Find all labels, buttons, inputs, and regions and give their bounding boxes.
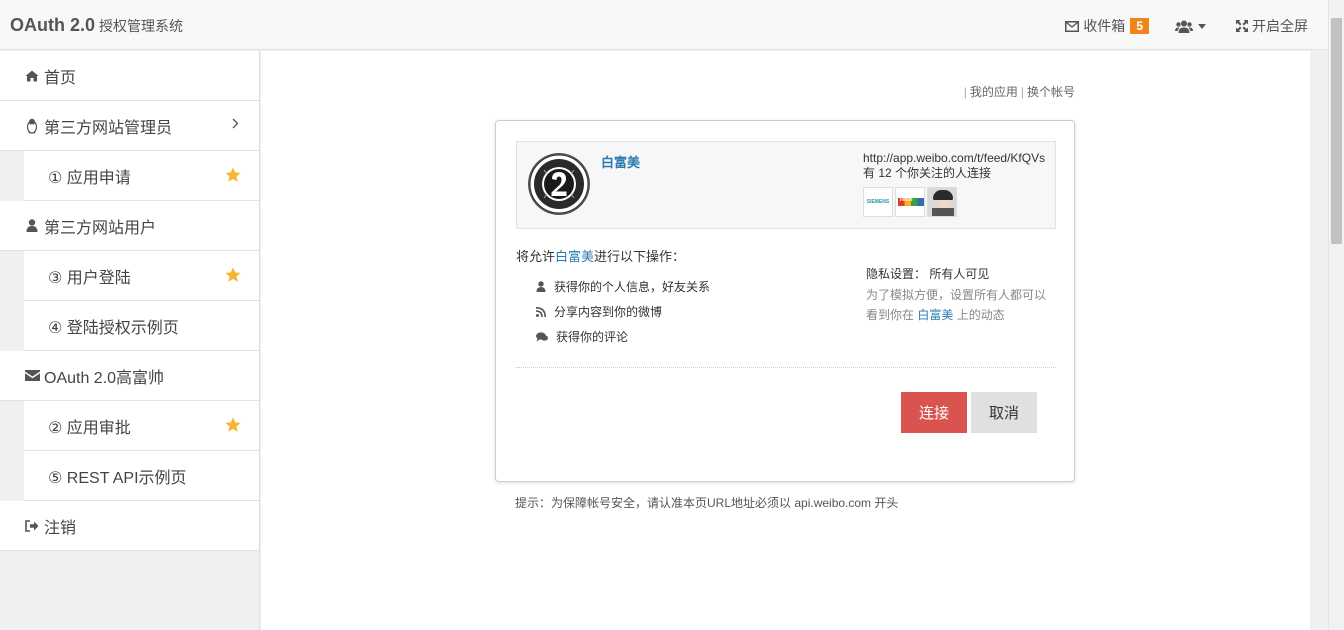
comments-icon [536, 331, 548, 341]
oauth2-logo [528, 153, 590, 215]
follower-avatars: SIEMENS Tech [863, 187, 959, 217]
security-tip: 提示：为保障帐号安全，请认准本页URL地址必须以 api.weibo.com 开… [515, 496, 899, 510]
fullscreen-toggle[interactable]: 开启全屏 [1236, 16, 1308, 36]
link-separator: | [1020, 85, 1024, 99]
privacy-app-name: 白富美 [917, 308, 954, 322]
chevron-right-icon [232, 118, 239, 129]
sidebar-group-site-user[interactable]: 第三方网站用户 [0, 201, 259, 251]
privacy-label: 隐私设置： [866, 267, 927, 281]
sidebar-group-site-admin[interactable]: 第三方网站管理员 [0, 101, 259, 151]
sidebar-item-app-approve[interactable]: ② 应用审批 [24, 401, 259, 451]
permission-list: 获得你的个人信息，好友关系 分享内容到你的微博 获得你的评论 [536, 274, 710, 349]
connect-button[interactable]: 连接 [901, 392, 967, 433]
penguin-icon [24, 118, 40, 134]
inbox-label: 收件箱 [1083, 18, 1126, 34]
app-name-link[interactable]: 白富美 [601, 152, 640, 171]
sidebar-item-label: ⑤ REST API示例页 [48, 469, 187, 487]
privacy-desc-text: 上的动态 [956, 308, 1005, 322]
avatar[interactable] [927, 187, 957, 217]
main-content: | 我的应用 | 换个帐号 白富美 http://app.weibo.com/t/fe… [261, 51, 1310, 630]
caret-down-icon [1198, 23, 1206, 29]
my-apps-link[interactable]: 我的应用 [970, 85, 1018, 99]
avatar[interactable]: SIEMENS [863, 187, 893, 217]
sidebar: 首页 第三方网站管理员 ① 应用申请 第三方网站用户 ③ 用户登陆 ④ 登陆授权… [0, 51, 260, 630]
divider [516, 367, 1056, 368]
star-icon [225, 417, 241, 432]
switch-account-link[interactable]: 换个帐号 [1027, 85, 1075, 99]
rss-icon [536, 306, 546, 317]
fullscreen-label: 开启全屏 [1252, 18, 1308, 34]
sidebar-item-label: ① 应用申请 [48, 169, 131, 187]
sidebar-item-app-apply[interactable]: ① 应用申请 [24, 151, 259, 201]
permission-label: 获得你的评论 [556, 330, 629, 344]
avatar-label: SIEMENS [866, 199, 890, 205]
brand-subtitle: 授权管理系统 [99, 18, 184, 34]
privacy-value[interactable]: 所有人可见 [929, 267, 989, 281]
sidebar-item-label: 第三方网站用户 [44, 219, 157, 237]
sidebar-item-label: 首页 [44, 69, 77, 87]
sidebar-item-home[interactable]: 首页 [0, 51, 259, 101]
perm-prefix: 将允许 [516, 249, 556, 264]
inbox-link[interactable]: 收件箱 5 [1065, 16, 1149, 36]
user-info-icon [536, 281, 546, 292]
envelope-icon [1065, 20, 1080, 32]
follow-count-text: 有 12 个你关注的人连接 [863, 166, 992, 180]
brand-title: OAuth 2.0 [10, 15, 96, 35]
permission-title: 将允许白富美进行以下操作： [516, 246, 685, 265]
account-links: | 我的应用 | 换个帐号 [957, 83, 1075, 100]
avatar[interactable]: Tech [895, 187, 925, 217]
sidebar-item-login-auth-demo[interactable]: ④ 登陆授权示例页 [24, 301, 259, 351]
sidebar-item-label: ③ 用户登陆 [48, 269, 131, 287]
app-url: http://app.weibo.com/t/feed/KfQVs [863, 151, 1046, 165]
sign-out-icon [24, 519, 40, 532]
top-navbar: OAuth 2.0 授权管理系统 收件箱 5 开启全屏 [0, 0, 1328, 50]
navbar-right: 收件箱 5 开启全屏 [1039, 16, 1308, 36]
privacy-description: 为了模拟方便，设置所有人都可以看到你在 白富美 上的动态 [866, 285, 1056, 325]
link-separator: | [963, 85, 967, 99]
oauth-authorize-panel: 白富美 http://app.weibo.com/t/feed/KfQVs 有 … [495, 120, 1075, 482]
permission-label: 获得你的个人信息，好友关系 [554, 280, 711, 294]
sidebar-item-label: ② 应用审批 [48, 419, 131, 437]
inbox-count-badge: 5 [1130, 18, 1149, 34]
home-icon [24, 70, 40, 82]
permission-item: 获得你的评论 [536, 324, 710, 349]
sidebar-item-label: ④ 登陆授权示例页 [48, 319, 179, 337]
star-icon [225, 267, 241, 282]
vertical-scrollbar[interactable] [1328, 0, 1344, 630]
sidebar-item-label: 注销 [44, 519, 77, 537]
user-menu-dropdown[interactable] [1175, 20, 1210, 33]
sidebar-item-logout[interactable]: 注销 [0, 501, 259, 551]
star-icon [225, 167, 241, 182]
sidebar-item-label: OAuth 2.0高富帅 [44, 369, 165, 387]
sidebar-item-rest-api-demo[interactable]: ⑤ REST API示例页 [24, 451, 259, 501]
users-icon [1175, 20, 1193, 33]
sidebar-item-user-login[interactable]: ③ 用户登陆 [24, 251, 259, 301]
sidebar-group-oauth[interactable]: OAuth 2.0高富帅 [0, 351, 259, 401]
sidebar-item-label: 第三方网站管理员 [44, 119, 173, 137]
scrollbar-thumb[interactable] [1331, 18, 1342, 244]
envelope-icon [24, 370, 40, 381]
user-icon [24, 219, 40, 232]
permission-item: 分享内容到你的微博 [536, 299, 710, 324]
cancel-button[interactable]: 取消 [971, 392, 1037, 433]
permission-label: 分享内容到你的微博 [554, 305, 663, 319]
perm-suffix: 进行以下操作： [594, 249, 686, 264]
privacy-setting: 隐私设置： 所有人可见 [866, 265, 989, 282]
expand-icon [1236, 20, 1248, 32]
brand[interactable]: OAuth 2.0 授权管理系统 [10, 15, 183, 36]
permission-item: 获得你的个人信息，好友关系 [536, 274, 710, 299]
perm-app-name: 白富美 [555, 249, 595, 264]
avatar-label: Tech [899, 197, 913, 203]
app-info-box: 白富美 http://app.weibo.com/t/feed/KfQVs 有 … [516, 141, 1056, 229]
